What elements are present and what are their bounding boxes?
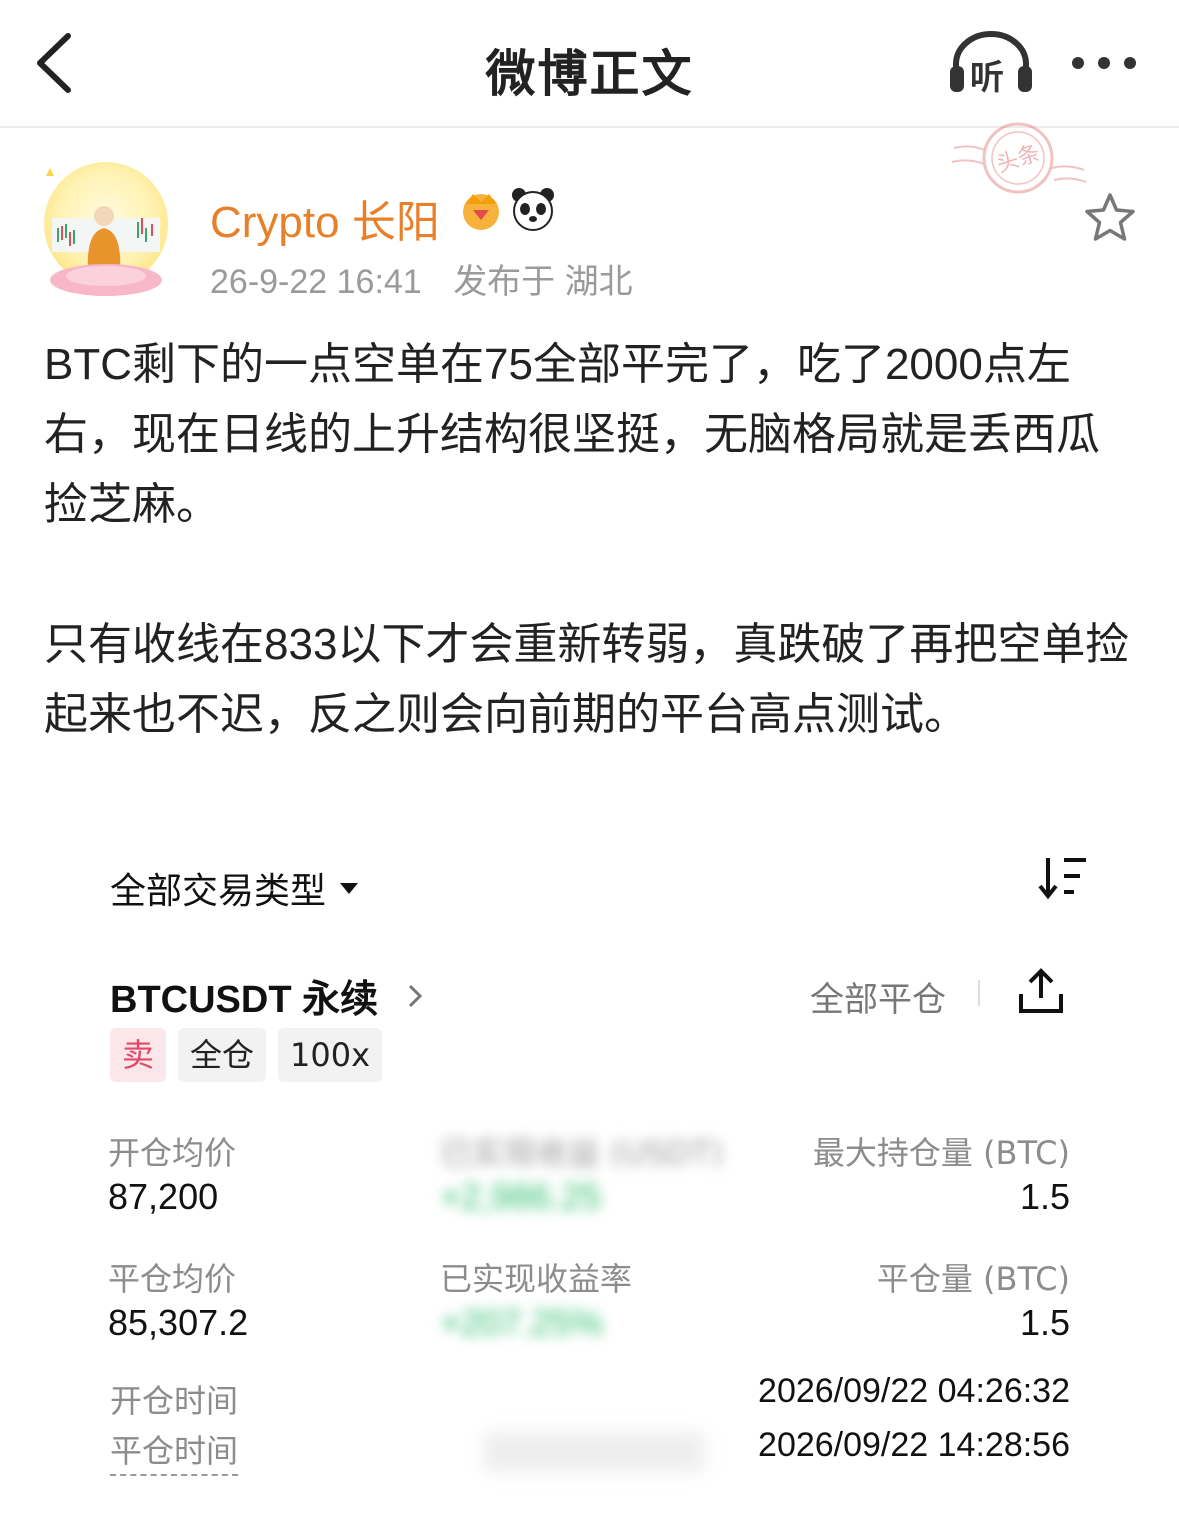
author-name[interactable]: Crypto 长阳 [210, 186, 440, 250]
close-qty-value: 1.5 [1019, 1302, 1070, 1343]
share-icon[interactable] [1016, 966, 1066, 1016]
post-paragraph-2: 只有收线在833以下才会重新转弱，真跌破了再把空单捡起来也不迟，反之则会向前期的… [44, 620, 1130, 739]
trade-type-filter[interactable]: 全部交易类型 [110, 862, 359, 914]
side-tag: 卖 [110, 1028, 167, 1082]
open-avg-price-label: 开仓均价 [108, 1134, 237, 1172]
realized-rate-label: 已实现收益率 [440, 1260, 633, 1298]
close-avg-price-label: 平仓均价 [108, 1260, 237, 1298]
close-qty-label: 平仓量 (BTC) [876, 1260, 1070, 1298]
open-time-value: 2026/09/22 04:26:32 [758, 1372, 1070, 1410]
trade-type-filter-label: 全部交易类型 [110, 871, 327, 912]
listen-label: 听 [970, 58, 1004, 98]
open-time-label: 开仓时间 [110, 1382, 239, 1420]
max-position-value: 1.5 [1019, 1176, 1070, 1217]
open-avg-price-value: 87,200 [108, 1176, 219, 1217]
post-paragraph-1: BTC剩下的一点空单在75全部平完了，吃了2000点左右，现在日线的上升结构很坚… [44, 340, 1100, 529]
realized-rate-value: +207.25% [440, 1302, 604, 1343]
chevron-right-icon [409, 984, 423, 1007]
listen-button[interactable]: 听 [946, 28, 1036, 98]
trading-pair-name: BTCUSDT 永续 [110, 979, 379, 1021]
author-badges [458, 186, 556, 234]
trading-pair-link[interactable]: BTCUSDT 永续 [110, 968, 424, 1023]
more-options-icon[interactable] [1066, 46, 1142, 80]
trade-screenshot-image[interactable]: 全部交易类型 BTCUSDT 永续 全部平仓 卖 全仓 100x 开仓均价 87… [44, 842, 1138, 1492]
max-position-label: 最大持仓量 (BTC) [812, 1134, 1070, 1172]
dropdown-caret-icon [340, 882, 359, 894]
close-time-label: 平仓时间 [110, 1426, 239, 1476]
post-meta: 26-9-22 16:41 发布于 湖北 [210, 254, 655, 303]
post-location: 发布于 湖北 [453, 263, 633, 301]
favorite-star-icon[interactable] [1082, 190, 1138, 246]
post-text: BTC剩下的一点空单在75全部平完了，吃了2000点左右，现在日线的上升结构很坚… [44, 330, 1134, 750]
author-avatar[interactable] [38, 158, 174, 300]
close-all-button[interactable]: 全部平仓 [810, 972, 946, 1021]
headline-stamp-icon: 头条 [951, 122, 1087, 194]
post-date: 26-9-22 16:41 [210, 263, 422, 301]
position-tags: 卖 全仓 100x [110, 1028, 383, 1082]
realized-pnl-value: +2,986.25 [440, 1176, 602, 1217]
sort-icon[interactable] [1038, 854, 1090, 900]
stamp-text: 头条 [994, 141, 1044, 178]
top-nav-bar: 微博正文 听 [0, 0, 1179, 128]
redacted-area [484, 1432, 704, 1472]
realized-pnl-label: 已实现收益 (USDT) [440, 1134, 724, 1172]
close-avg-price-value: 85,307.2 [108, 1302, 249, 1343]
leverage-tag: 100x [278, 1028, 383, 1082]
margin-mode-tag: 全仓 [178, 1028, 267, 1082]
panda-badge-icon [512, 188, 554, 231]
divider [978, 980, 980, 1006]
crown-badge-icon [463, 194, 499, 230]
close-time-value: 2026/09/22 14:28:56 [758, 1426, 1070, 1464]
